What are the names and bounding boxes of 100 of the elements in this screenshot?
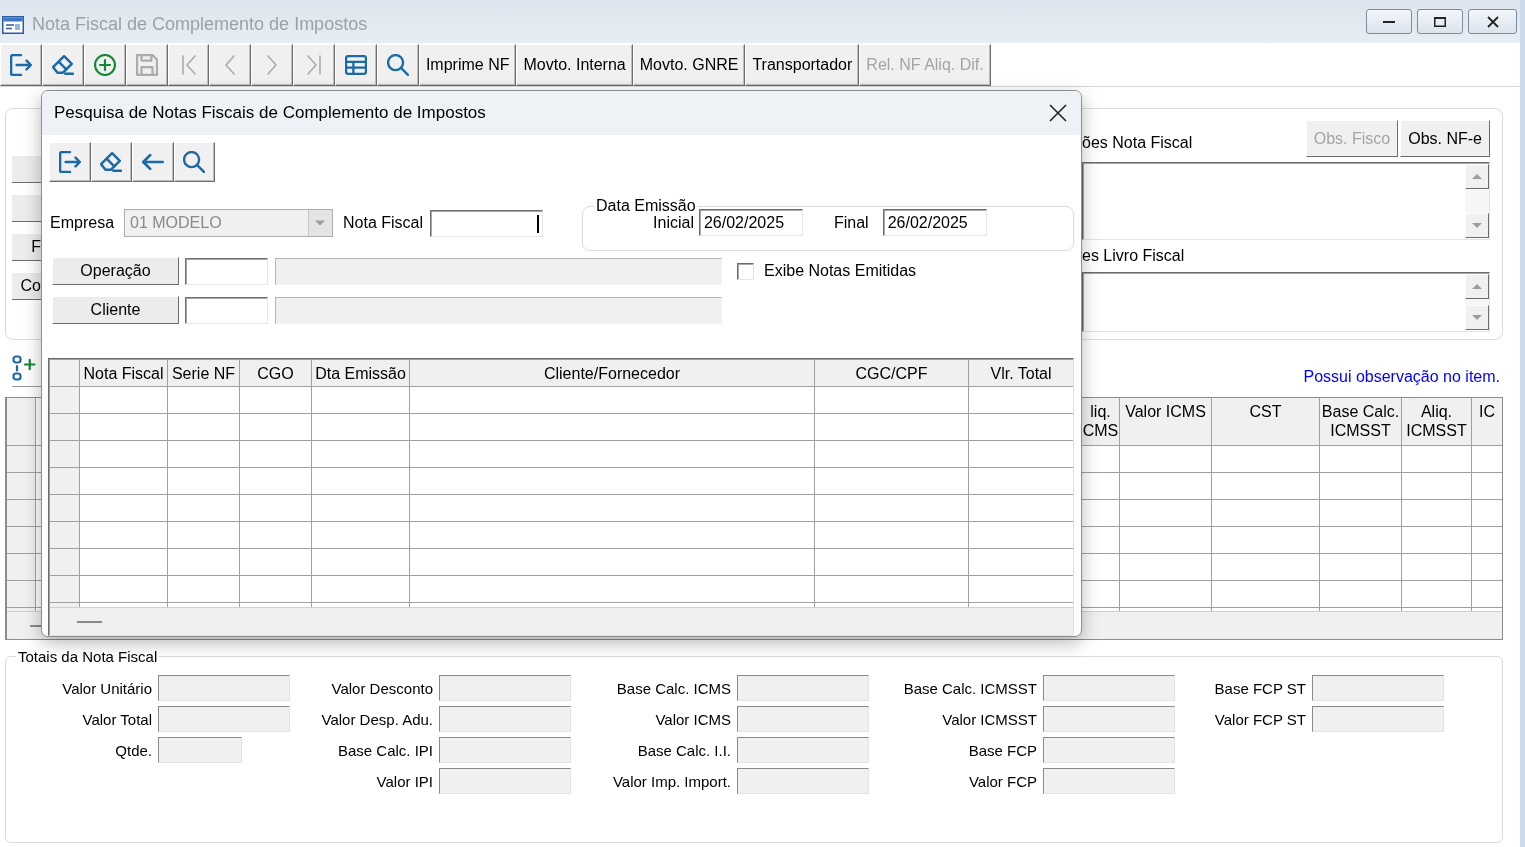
row-indicator-cell[interactable] <box>50 549 80 576</box>
table-cell <box>168 522 240 549</box>
row-indicator-cell[interactable] <box>7 581 36 608</box>
table-cell <box>240 576 312 603</box>
exit-button[interactable] <box>49 142 91 182</box>
eraser-button[interactable] <box>90 142 132 182</box>
table-cell <box>1402 527 1472 554</box>
row-indicator-cell[interactable] <box>7 473 36 500</box>
table-icon <box>345 55 368 75</box>
row-indicator-cell[interactable] <box>50 576 80 603</box>
side-button[interactable]: Co <box>12 272 42 300</box>
exit-icon <box>9 54 32 76</box>
window-title: Nota Fiscal de Complemento de Impostos <box>32 14 368 35</box>
column-header: IC <box>1472 398 1502 446</box>
row-indicator-cell[interactable] <box>50 495 80 522</box>
search-button[interactable] <box>377 44 419 86</box>
toolbar-button[interactable]: Movto. GNRE <box>632 44 746 86</box>
maximize-button[interactable] <box>1417 9 1463 34</box>
list-add-icon[interactable] <box>12 355 36 381</box>
minimize-icon <box>1383 20 1395 23</box>
close-icon <box>1486 15 1499 28</box>
table-cell <box>1402 581 1472 608</box>
triangle-down-icon <box>1472 223 1482 228</box>
toolbar-button[interactable]: Transportador <box>745 44 860 86</box>
scroll-up-button[interactable] <box>1465 274 1489 299</box>
field-label: Valor ICMSST <box>941 710 1037 728</box>
row-indicator-cell[interactable] <box>50 414 80 441</box>
toolbar-button[interactable]: Movto. Interna <box>516 44 633 86</box>
column-header: Nota Fiscal <box>80 360 168 387</box>
field-label: Base Calc. ICMSST <box>902 679 1037 697</box>
date-field[interactable]: 26/02/2025 <box>882 209 987 236</box>
side-button[interactable] <box>12 194 42 222</box>
scroll-down-button[interactable] <box>1465 305 1489 330</box>
back-button[interactable] <box>132 142 174 182</box>
arrow-left-icon <box>141 154 164 170</box>
group-title: Totais da Nota Fiscal <box>17 648 159 665</box>
row-indicator-cell[interactable] <box>7 554 36 581</box>
field-label: Inicial <box>653 213 694 232</box>
table-cell <box>240 387 312 414</box>
toolbar-button[interactable]: Imprime NF <box>418 44 517 86</box>
dialog-title: Pesquisa de Notas Fiscais de Complemento de Impostos <box>54 103 486 123</box>
row-indicator-cell[interactable] <box>7 527 36 554</box>
table-cell <box>240 441 312 468</box>
chevron-right-icon <box>267 55 278 75</box>
table-cell <box>240 414 312 441</box>
search-icon <box>183 151 206 173</box>
add-button[interactable] <box>83 44 126 86</box>
memo-field[interactable] <box>1082 272 1490 332</box>
close-button[interactable] <box>1468 9 1517 34</box>
memo-field[interactable] <box>1082 162 1490 240</box>
item-note: Possui observação no item. <box>1303 368 1500 386</box>
scroll-up-button[interactable] <box>1465 164 1489 189</box>
lookup-button[interactable]: Cliente <box>52 296 179 324</box>
field-label: ões Nota Fiscal <box>1082 134 1193 152</box>
checkbox[interactable] <box>737 262 754 280</box>
exit-button[interactable] <box>0 44 42 86</box>
field-label: Valor FCP ST <box>1213 710 1306 728</box>
column-header: Valor ICMS <box>1120 398 1212 446</box>
input-field[interactable] <box>185 296 268 324</box>
scroll-thumb[interactable] <box>77 620 102 623</box>
close-icon <box>1049 104 1067 122</box>
lookup-button[interactable]: Operação <box>52 257 179 285</box>
eraser-button[interactable] <box>41 44 84 86</box>
column-header: CGO <box>240 360 312 387</box>
table-cell <box>168 441 240 468</box>
row-indicator-cell[interactable] <box>50 468 80 495</box>
row-indicator-cell[interactable] <box>50 387 80 414</box>
date-field[interactable]: 26/02/2025 <box>698 209 803 236</box>
triangle-up-icon <box>1472 174 1482 179</box>
column-header: Base Calc. ICMSST <box>1320 398 1402 446</box>
input-field[interactable] <box>430 209 544 237</box>
field-label: Final <box>833 213 869 232</box>
table-cell <box>168 468 240 495</box>
row-indicator-cell[interactable] <box>7 446 36 473</box>
table-cell <box>240 549 312 576</box>
chevron-left-icon <box>225 55 236 75</box>
table-cell <box>1402 446 1472 473</box>
table-cell <box>1402 500 1472 527</box>
field-label: Base Calc. ICMS <box>615 679 731 697</box>
input-field[interactable] <box>185 257 268 285</box>
field-label: Valor Desconto <box>330 679 433 697</box>
table-button[interactable] <box>335 44 377 86</box>
scroll-down-button[interactable] <box>1465 213 1489 238</box>
column-header: Cliente/Fornecedor <box>410 360 815 387</box>
skip-first-icon <box>181 55 196 75</box>
column-header: Vlr. Total <box>969 360 1073 387</box>
side-button[interactable]: F <box>12 233 42 261</box>
side-button[interactable] <box>12 155 42 183</box>
row-indicator-cell <box>50 360 80 387</box>
column-header: Aliq. ICMSST <box>1402 398 1472 446</box>
minimize-button[interactable] <box>1366 9 1412 34</box>
row-indicator-cell[interactable] <box>7 500 36 527</box>
table-cell <box>240 522 312 549</box>
obs-button[interactable]: Obs. NF-e <box>1400 120 1490 157</box>
scroll-thumb[interactable] <box>30 624 42 627</box>
field-label: Valor Desp. Adu. <box>320 710 433 728</box>
row-indicator-cell[interactable] <box>50 441 80 468</box>
row-indicator-cell[interactable] <box>50 522 80 549</box>
field-label: Valor Imp. Import. <box>611 772 731 790</box>
search-button[interactable] <box>173 142 215 182</box>
